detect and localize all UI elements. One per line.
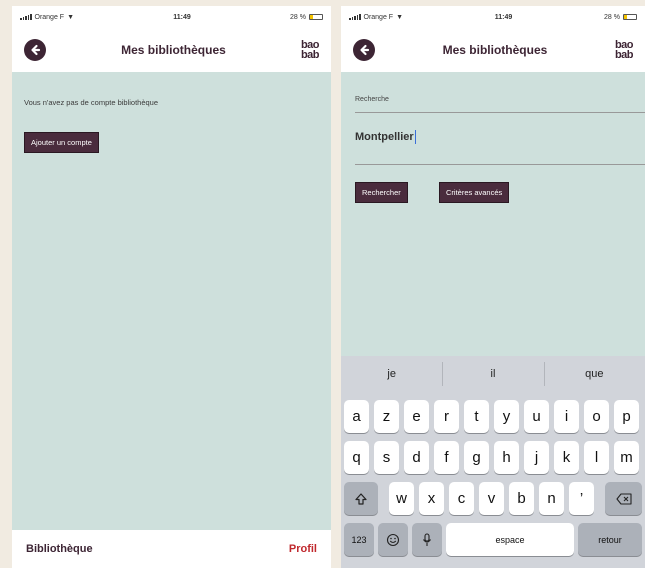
battery-percent: 28 % <box>290 13 306 21</box>
suggestion-item[interactable]: il <box>442 362 543 386</box>
page-title: Mes bibliothèques <box>121 43 226 57</box>
key-row-2: q s d f g h j k l m <box>341 441 645 474</box>
library-content: Vous n'avez pas de compte bibliothèque A… <box>12 72 331 530</box>
shift-key[interactable] <box>344 482 378 515</box>
key-row-1: a z e r t y u i o p <box>341 400 645 433</box>
key-a[interactable]: a <box>344 400 369 433</box>
tab-library[interactable]: Bibliothèque <box>26 543 93 555</box>
key-n[interactable]: n <box>539 482 564 515</box>
key-k[interactable]: k <box>554 441 579 474</box>
key-d[interactable]: d <box>404 441 429 474</box>
microphone-key[interactable] <box>412 523 442 556</box>
right-phone-screen: Orange F ▼ 11:49 28 % Mes bibliothèques … <box>341 6 645 568</box>
backspace-icon <box>615 492 632 505</box>
key-v[interactable]: v <box>479 482 504 515</box>
page-title: Mes bibliothèques <box>442 43 548 57</box>
keyboard: je il que a z e r t y u i o p q s d f g … <box>341 356 645 568</box>
status-time: 11:49 <box>494 13 513 21</box>
delete-key[interactable] <box>605 482 642 515</box>
key-p[interactable]: p <box>614 400 639 433</box>
suggestion-bar: je il que <box>341 356 645 392</box>
signal-icon <box>349 14 361 20</box>
baobab-logo: bao bab <box>614 39 634 61</box>
text-caret <box>414 130 417 144</box>
shift-icon <box>355 492 367 505</box>
tab-profile[interactable]: Profil <box>289 543 317 555</box>
return-key[interactable]: retour <box>578 523 642 556</box>
key-row-4: 123 espace retour <box>341 523 645 556</box>
signal-icon <box>20 14 32 20</box>
key-f[interactable]: f <box>434 441 459 474</box>
key-e[interactable]: e <box>404 400 429 433</box>
search-content: Recherche Montpellier Rechercher Critère… <box>341 72 645 356</box>
wifi-icon: ▼ <box>67 13 75 21</box>
battery-percent: 28 % <box>604 13 620 21</box>
key-r[interactable]: r <box>434 400 459 433</box>
battery-icon <box>308 14 323 20</box>
key-u[interactable]: u <box>524 400 549 433</box>
key-x[interactable]: x <box>419 482 444 515</box>
add-account-button[interactable]: Ajouter un compte <box>24 132 99 153</box>
search-input-underline <box>355 164 645 165</box>
advanced-criteria-button[interactable]: Critères avancés <box>439 182 510 203</box>
key-t[interactable]: t <box>464 400 489 433</box>
divider <box>355 112 645 113</box>
key-j[interactable]: j <box>524 441 549 474</box>
key-l[interactable]: l <box>584 441 609 474</box>
key-m[interactable]: m <box>614 441 639 474</box>
carrier-label: Orange F <box>363 13 394 21</box>
arrow-left-icon <box>31 44 41 56</box>
status-bar: Orange F ▼ 11:49 28 % <box>12 6 331 28</box>
status-time: 11:49 <box>173 13 191 21</box>
search-label: Recherche <box>355 96 389 103</box>
key-z[interactable]: z <box>374 400 399 433</box>
key-c[interactable]: c <box>449 482 474 515</box>
baobab-logo: bao bab <box>300 39 320 61</box>
tab-bar: Bibliothèque Profil <box>12 530 331 568</box>
search-input[interactable]: Montpellier <box>355 130 417 144</box>
key-q[interactable]: q <box>344 441 369 474</box>
key-o[interactable]: o <box>584 400 609 433</box>
battery-icon <box>622 14 637 20</box>
search-button[interactable]: Rechercher <box>355 182 408 203</box>
left-phone-screen: Orange F ▼ 11:49 28 % Mes bibliothèques … <box>12 6 331 568</box>
wifi-icon: ▼ <box>396 13 404 21</box>
key-y[interactable]: y <box>494 400 519 433</box>
space-key[interactable]: espace <box>446 523 574 556</box>
arrow-left-icon <box>360 44 370 56</box>
key-w[interactable]: w <box>389 482 414 515</box>
key-apostrophe[interactable]: ’ <box>569 482 594 515</box>
suggestion-item[interactable]: je <box>341 368 442 380</box>
key-i[interactable]: i <box>554 400 579 433</box>
suggestion-item[interactable]: que <box>543 362 645 386</box>
numbers-key[interactable]: 123 <box>344 523 374 556</box>
key-h[interactable]: h <box>494 441 519 474</box>
carrier-label: Orange F <box>34 13 65 21</box>
no-account-message: Vous n'avez pas de compte bibliothèque <box>24 98 159 107</box>
back-button[interactable] <box>24 39 46 61</box>
microphone-icon <box>423 532 431 546</box>
status-bar: Orange F ▼ 11:49 28 % <box>341 6 645 28</box>
back-button[interactable] <box>353 39 375 61</box>
key-g[interactable]: g <box>464 441 489 474</box>
navigation-bar: Mes bibliothèques bao bab <box>12 28 331 72</box>
emoji-key[interactable] <box>378 523 408 556</box>
key-b[interactable]: b <box>509 482 534 515</box>
key-s[interactable]: s <box>374 441 399 474</box>
key-row-3: w x c v b n ’ <box>341 482 645 515</box>
emoji-icon <box>386 533 400 546</box>
navigation-bar: Mes bibliothèques bao bab <box>341 28 645 72</box>
